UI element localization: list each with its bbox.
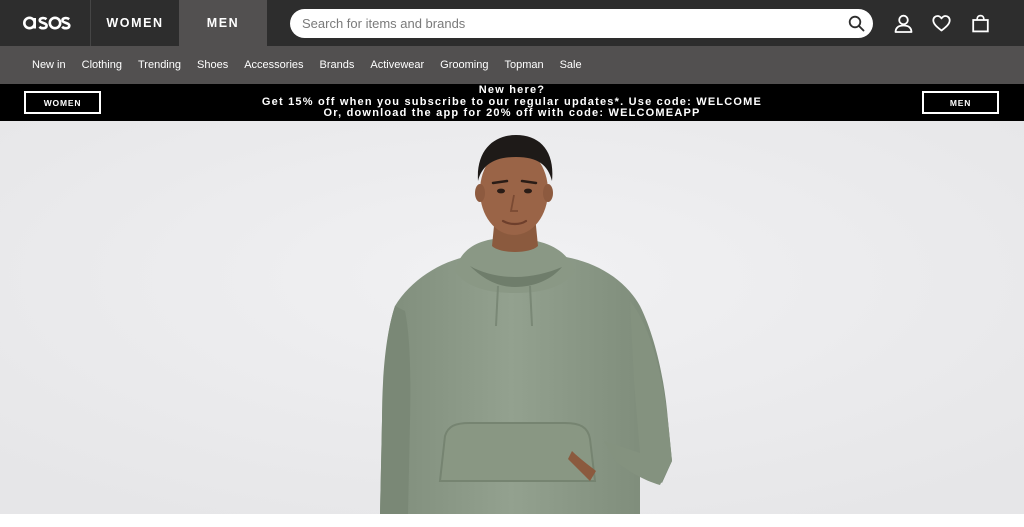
page-bottom-strip xyxy=(0,514,1024,527)
nav-item-shoes[interactable]: Shoes xyxy=(189,59,236,71)
nav-item-sale[interactable]: Sale xyxy=(552,59,590,71)
nav-item-trending[interactable]: Trending xyxy=(130,59,189,71)
nav-item-accessories[interactable]: Accessories xyxy=(236,59,311,71)
search-icon[interactable] xyxy=(848,15,865,32)
nav-item-activewear[interactable]: Activewear xyxy=(362,59,432,71)
nav-item-brands[interactable]: Brands xyxy=(312,59,363,71)
category-nav: New in Clothing Trending Shoes Accessori… xyxy=(0,46,1024,84)
asos-logo[interactable] xyxy=(22,11,78,35)
tab-men[interactable]: MEN xyxy=(179,0,267,46)
heart-icon[interactable] xyxy=(932,14,951,33)
asos-logo-icon xyxy=(23,16,71,30)
hero-model-image xyxy=(0,121,1024,514)
nav-item-grooming[interactable]: Grooming xyxy=(432,59,496,71)
promo-text[interactable]: New here? Get 15% off when you subscribe… xyxy=(140,84,884,120)
bag-icon[interactable] xyxy=(971,14,990,33)
top-header: WOMEN MEN xyxy=(0,0,1024,46)
promo-women-button[interactable]: WOMEN xyxy=(24,91,101,114)
promo-men-button[interactable]: MEN xyxy=(922,91,999,114)
promo-banner: WOMEN New here? Get 15% off when you sub… xyxy=(0,84,1024,121)
search-input[interactable] xyxy=(290,9,873,38)
hero-banner[interactable] xyxy=(0,121,1024,514)
account-icon[interactable] xyxy=(894,14,913,33)
promo-line-1: New here? xyxy=(478,84,546,96)
tab-women[interactable]: WOMEN xyxy=(90,0,179,46)
nav-item-new-in[interactable]: New in xyxy=(24,59,74,71)
nav-item-clothing[interactable]: Clothing xyxy=(74,59,130,71)
nav-item-topman[interactable]: Topman xyxy=(496,59,551,71)
promo-line-3: Or, download the app for 20% off with co… xyxy=(323,107,701,119)
search-bar xyxy=(290,9,873,38)
